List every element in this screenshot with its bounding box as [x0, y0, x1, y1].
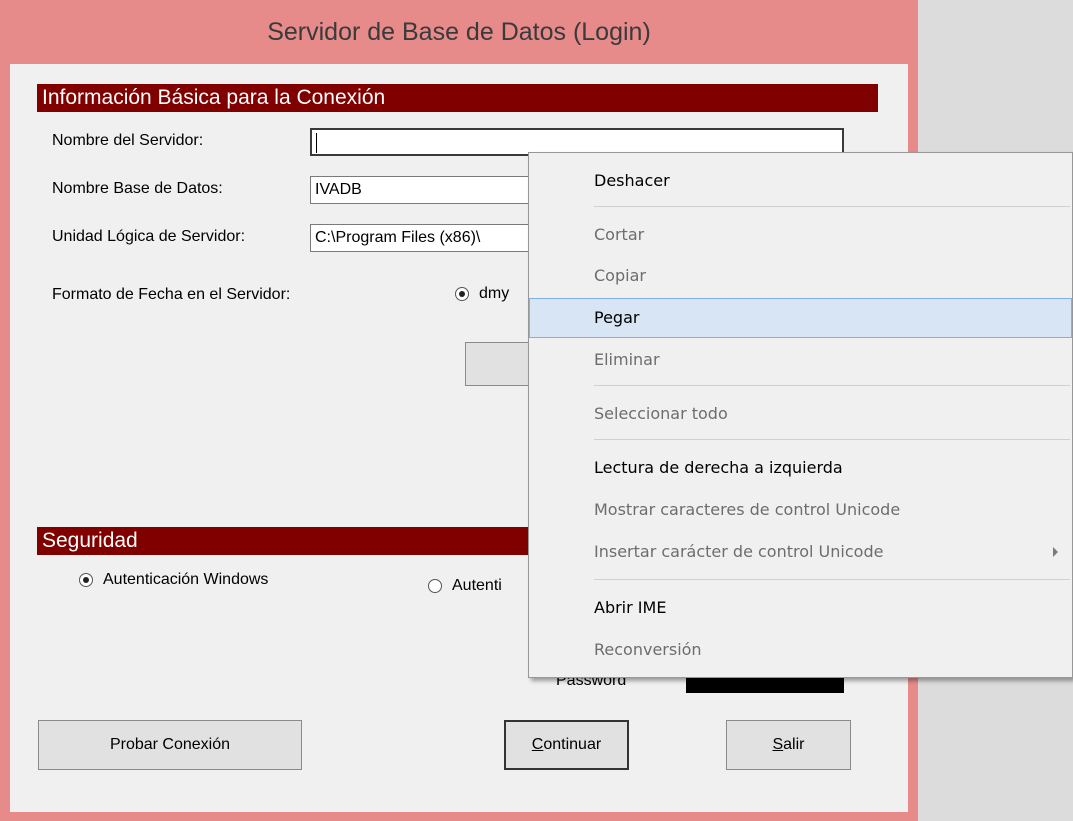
connection-section-header: Información Básica para la Conexión [37, 84, 878, 112]
menu-separator [594, 579, 1070, 580]
radio-checked-icon [79, 573, 93, 587]
windows-auth-radio[interactable]: Autenticación Windows [79, 571, 268, 589]
menu-separator [594, 385, 1070, 386]
radio-checked-icon [455, 287, 469, 301]
submenu-arrow-icon [1053, 547, 1058, 557]
menu-item-insert-unicode[interactable]: Insertar carácter de control Unicode [529, 532, 1072, 572]
menu-item-select-all[interactable]: Seleccionar todo [529, 394, 1072, 434]
menu-item-rtl-reading[interactable]: Lectura de derecha a izquierda [529, 448, 1072, 488]
other-auth-radio[interactable]: Autenti [428, 577, 502, 595]
exit-label: Salir [772, 736, 805, 753]
date-format-dmy-label: dmy [479, 285, 510, 302]
radio-unchecked-icon [428, 579, 442, 593]
server-unit-label: Unidad Lógica de Servidor: [52, 228, 246, 245]
menu-item-open-ime[interactable]: Abrir IME [529, 588, 1072, 628]
continue-button[interactable]: Continuar [504, 720, 629, 770]
menu-separator [594, 206, 1070, 207]
menu-item-copy[interactable]: Copiar [529, 256, 1072, 296]
test-connection-button[interactable]: Probar Conexión [38, 720, 302, 770]
menu-item-paste[interactable]: Pegar [529, 298, 1072, 338]
windows-auth-label: Autenticación Windows [103, 571, 269, 588]
date-format-dmy-radio[interactable]: dmy [455, 285, 509, 303]
continue-label: Continuar [531, 736, 602, 753]
text-caret [316, 132, 317, 153]
database-name-label: Nombre Base de Datos: [52, 180, 223, 197]
window-title: Servidor de Base de Datos (Login) [267, 18, 651, 46]
test-connection-label: Probar Conexión [109, 736, 231, 753]
menu-item-reconversion[interactable]: Reconversión [529, 630, 1072, 670]
other-auth-label: Autenti [452, 577, 502, 594]
context-menu: Deshacer Cortar Copiar Pegar Eliminar Se… [528, 152, 1073, 678]
exit-button[interactable]: Salir [726, 720, 851, 770]
menu-item-delete[interactable]: Eliminar [529, 340, 1072, 380]
menu-item-insert-unicode-label: Insertar carácter de control Unicode [594, 542, 884, 561]
menu-item-show-unicode[interactable]: Mostrar caracteres de control Unicode [529, 490, 1072, 530]
menu-separator [594, 439, 1070, 440]
menu-item-undo[interactable]: Deshacer [529, 161, 1072, 201]
date-format-label: Formato de Fecha en el Servidor: [52, 286, 291, 303]
menu-item-cut[interactable]: Cortar [529, 215, 1072, 255]
server-name-label: Nombre del Servidor: [52, 132, 204, 149]
